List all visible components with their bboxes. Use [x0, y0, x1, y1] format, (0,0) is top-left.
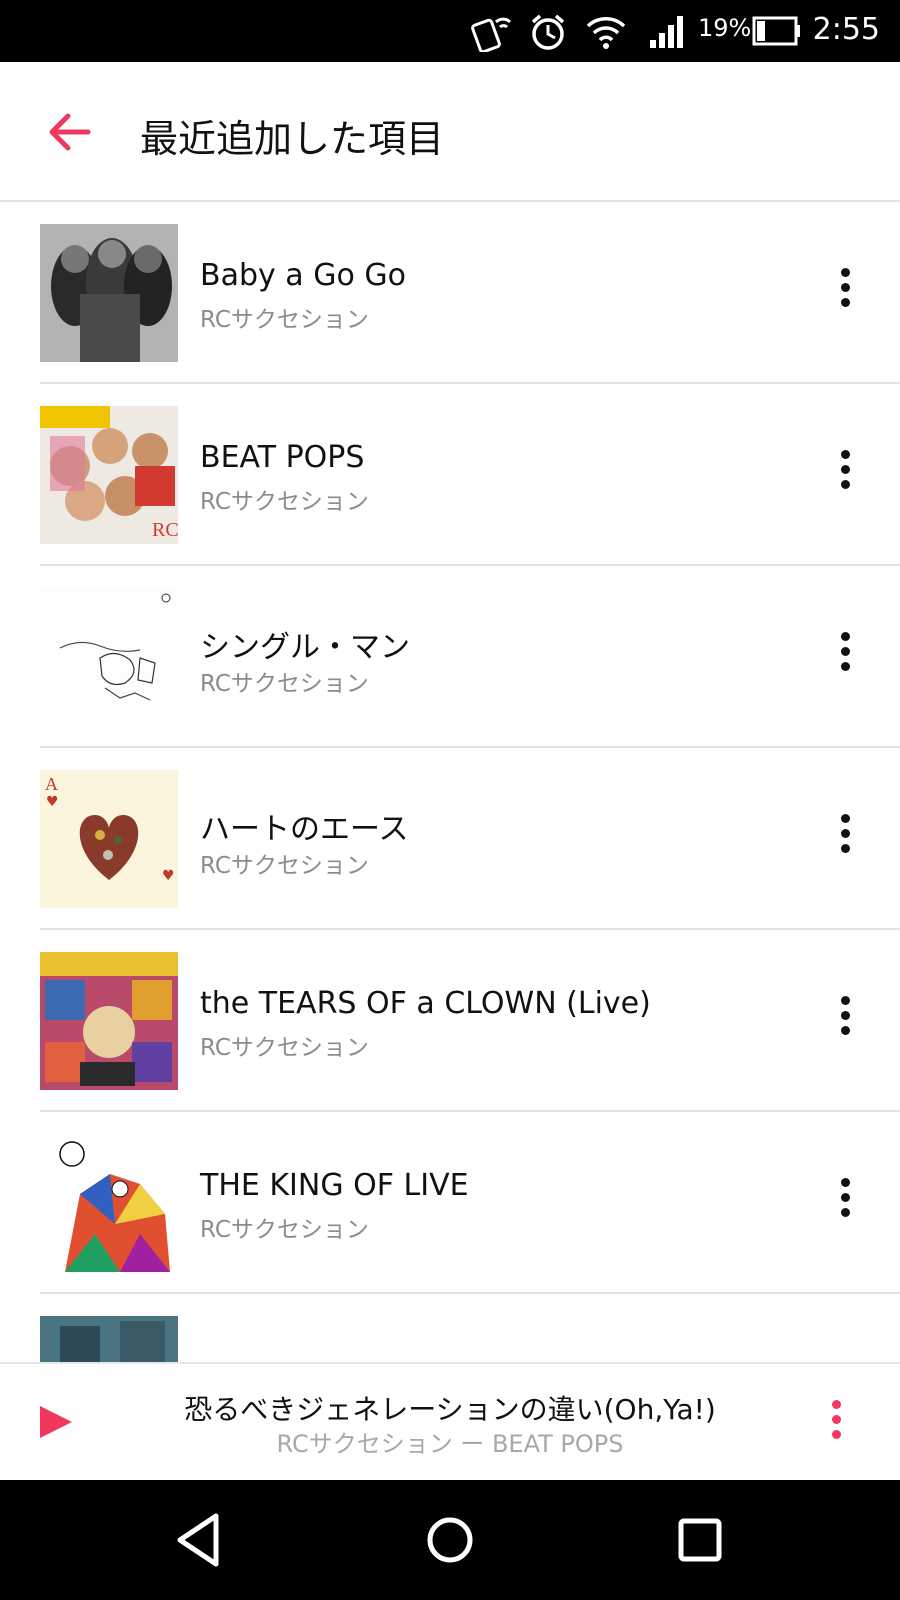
svg-text:♥: ♥ — [162, 868, 175, 884]
navigation-bar — [0, 1480, 900, 1600]
album-title: ハートのエース — [200, 812, 409, 847]
list-item[interactable]: A ♥ ♥ ハートのエース RCサクセション — [0, 748, 900, 930]
status-bar: 19% 2:55 — [0, 0, 900, 62]
svg-text:♥: ♥ — [46, 794, 59, 810]
album-artist: RCサクセション — [200, 671, 369, 697]
album-art: A ♥ ♥ — [40, 770, 178, 908]
more-vert-icon[interactable] — [830, 996, 860, 1044]
alarm-icon — [531, 14, 565, 50]
album-artist: RCサクセション — [200, 307, 369, 333]
list-item[interactable]: Baby a Go Go RCサクセション — [0, 202, 900, 384]
album-title: the TEARS OF a CLOWN (Live) — [200, 986, 651, 1021]
list-item[interactable]: the TEARS OF a CLOWN (Live) RCサクセション — [0, 930, 900, 1112]
list-item[interactable] — [0, 1294, 900, 1362]
album-title: THE KING OF LIVE — [200, 1168, 469, 1203]
battery-percent: 19% — [698, 14, 752, 42]
album-title: シングル・マン — [200, 630, 410, 665]
album-art — [40, 1134, 178, 1272]
album-artist: RCサクセション — [200, 1035, 369, 1061]
now-playing-bar[interactable]: 恐るべきジェネレーションの違い(Oh,Ya!) RCサクセション ー BEAT … — [0, 1362, 900, 1482]
more-vert-icon[interactable] — [830, 268, 860, 316]
album-art — [40, 1316, 178, 1362]
album-art — [40, 224, 178, 362]
now-playing-title: 恐るべきジェネレーションの違い(Oh,Ya!) — [184, 1393, 716, 1426]
album-artist: RCサクセション — [200, 1217, 369, 1243]
app-bar: 最近追加した項目 — [0, 62, 900, 202]
battery-icon — [752, 16, 800, 46]
album-list: Baby a Go Go RCサクセション RC BEAT POPS RCサクセ… — [0, 202, 900, 1362]
clock: 2:55 — [812, 12, 880, 47]
svg-text:A: A — [45, 774, 58, 794]
album-title: BEAT POPS — [200, 440, 365, 475]
more-vert-icon[interactable] — [830, 632, 860, 680]
page-title: 最近追加した項目 — [140, 117, 445, 161]
signal-icon — [650, 16, 683, 48]
back-nav-icon[interactable] — [170, 1510, 230, 1570]
list-item[interactable]: シングル・マン RCサクセション — [0, 566, 900, 748]
more-vert-icon[interactable] — [830, 450, 860, 498]
album-title: Baby a Go Go — [200, 258, 406, 293]
svg-text:RC: RC — [152, 519, 178, 541]
more-vert-icon[interactable] — [826, 1400, 846, 1446]
album-art — [40, 588, 178, 726]
album-artist: RCサクセション — [200, 853, 369, 879]
nfc-phone-icon — [471, 17, 512, 52]
album-art — [40, 952, 178, 1090]
arrow-left-icon[interactable] — [44, 106, 96, 158]
more-vert-icon[interactable] — [830, 1178, 860, 1226]
album-art: RC — [40, 406, 178, 544]
list-item[interactable]: THE KING OF LIVE RCサクセション — [0, 1112, 900, 1294]
home-nav-icon[interactable] — [420, 1510, 480, 1570]
album-artist: RCサクセション — [200, 489, 369, 515]
list-item[interactable]: RC BEAT POPS RCサクセション — [0, 384, 900, 566]
now-playing-subtitle: RCサクセション ー BEAT POPS — [276, 1430, 624, 1458]
wifi-icon — [586, 17, 626, 49]
recents-nav-icon[interactable] — [670, 1510, 730, 1570]
more-vert-icon[interactable] — [830, 814, 860, 862]
